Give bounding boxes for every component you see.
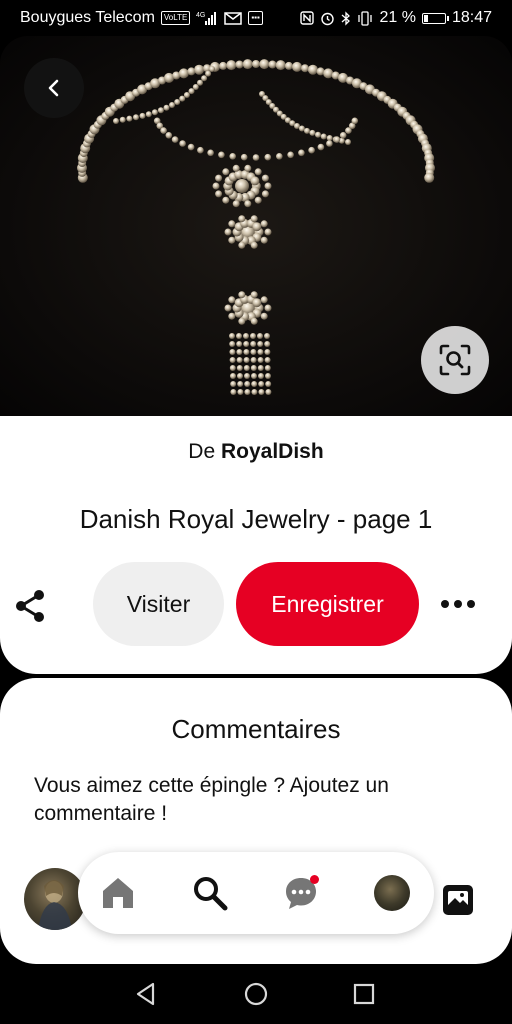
add-comment-prompt[interactable]: Vous aimez cette épingle ? Ajoutez un co… <box>34 772 454 828</box>
back-button[interactable] <box>24 58 84 118</box>
system-back-button[interactable] <box>130 978 162 1010</box>
message-notification-dot <box>310 875 319 884</box>
home-icon <box>103 878 133 908</box>
visit-button[interactable]: Visiter <box>93 562 224 646</box>
source-name[interactable]: RoyalDish <box>221 440 324 463</box>
image-icon <box>443 885 473 915</box>
system-nav-bar <box>0 964 512 1024</box>
user-avatar[interactable] <box>24 868 86 930</box>
carrier-name: Bouygues Telecom <box>20 9 155 26</box>
volte-icon: VoLTE <box>160 11 191 25</box>
gallery-button[interactable] <box>438 880 478 920</box>
save-button[interactable]: Enregistrer <box>236 562 419 646</box>
bottom-nav <box>78 852 434 934</box>
share-button[interactable] <box>8 584 52 628</box>
more-dots-icon <box>441 600 475 608</box>
signal-icon: 4G <box>196 11 218 25</box>
pin-source[interactable]: De RoyalDish <box>0 440 512 464</box>
battery-percent: 21 % <box>379 9 416 26</box>
bluetooth-icon <box>341 10 351 26</box>
comments-title: Commentaires <box>171 714 341 744</box>
mail-icon <box>224 11 243 25</box>
nav-home[interactable] <box>94 869 142 917</box>
avatar-image <box>38 880 72 930</box>
visual-search-button[interactable] <box>421 326 489 394</box>
more-options-button[interactable] <box>436 584 480 624</box>
nav-profile[interactable] <box>368 869 416 917</box>
svg-text:4G: 4G <box>196 12 205 19</box>
circle-home-icon <box>244 982 268 1006</box>
status-left: Bouygues Telecom VoLTE 4G ▪▪▪ <box>20 9 263 27</box>
nav-messages[interactable] <box>277 869 325 917</box>
necklace-illustration <box>77 59 435 395</box>
status-right: 21 % 18:47 <box>300 9 492 27</box>
system-recents-button[interactable] <box>348 978 380 1010</box>
status-bar: Bouygues Telecom VoLTE 4G ▪▪▪ 21 % 18:47 <box>0 0 512 36</box>
triangle-back-icon <box>136 982 155 1006</box>
square-recents-icon <box>353 983 375 1005</box>
pin-info-card: De RoyalDish Danish Royal Jewelry - page… <box>0 416 512 674</box>
clock: 18:47 <box>451 9 492 26</box>
battery-fill <box>423 14 428 22</box>
battery-icon <box>421 12 449 24</box>
app-notification-icon: ▪▪▪ <box>248 11 263 25</box>
vibrate-icon <box>357 10 373 26</box>
share-icon <box>16 590 44 622</box>
chevron-left-icon <box>48 79 59 97</box>
lens-search-icon <box>439 344 471 376</box>
search-icon <box>194 877 228 911</box>
pin-image[interactable] <box>0 36 512 416</box>
system-home-button[interactable] <box>240 978 272 1010</box>
source-prefix: De <box>188 440 216 463</box>
nfc-icon <box>300 11 315 25</box>
nav-search[interactable] <box>186 869 234 917</box>
profile-avatar <box>374 875 410 911</box>
alarm-icon <box>320 11 335 26</box>
pin-detail-screen: Bouygues Telecom VoLTE 4G ▪▪▪ 21 % 18:47… <box>0 0 512 1024</box>
pin-title: Danish Royal Jewelry - page 1 <box>79 504 433 534</box>
